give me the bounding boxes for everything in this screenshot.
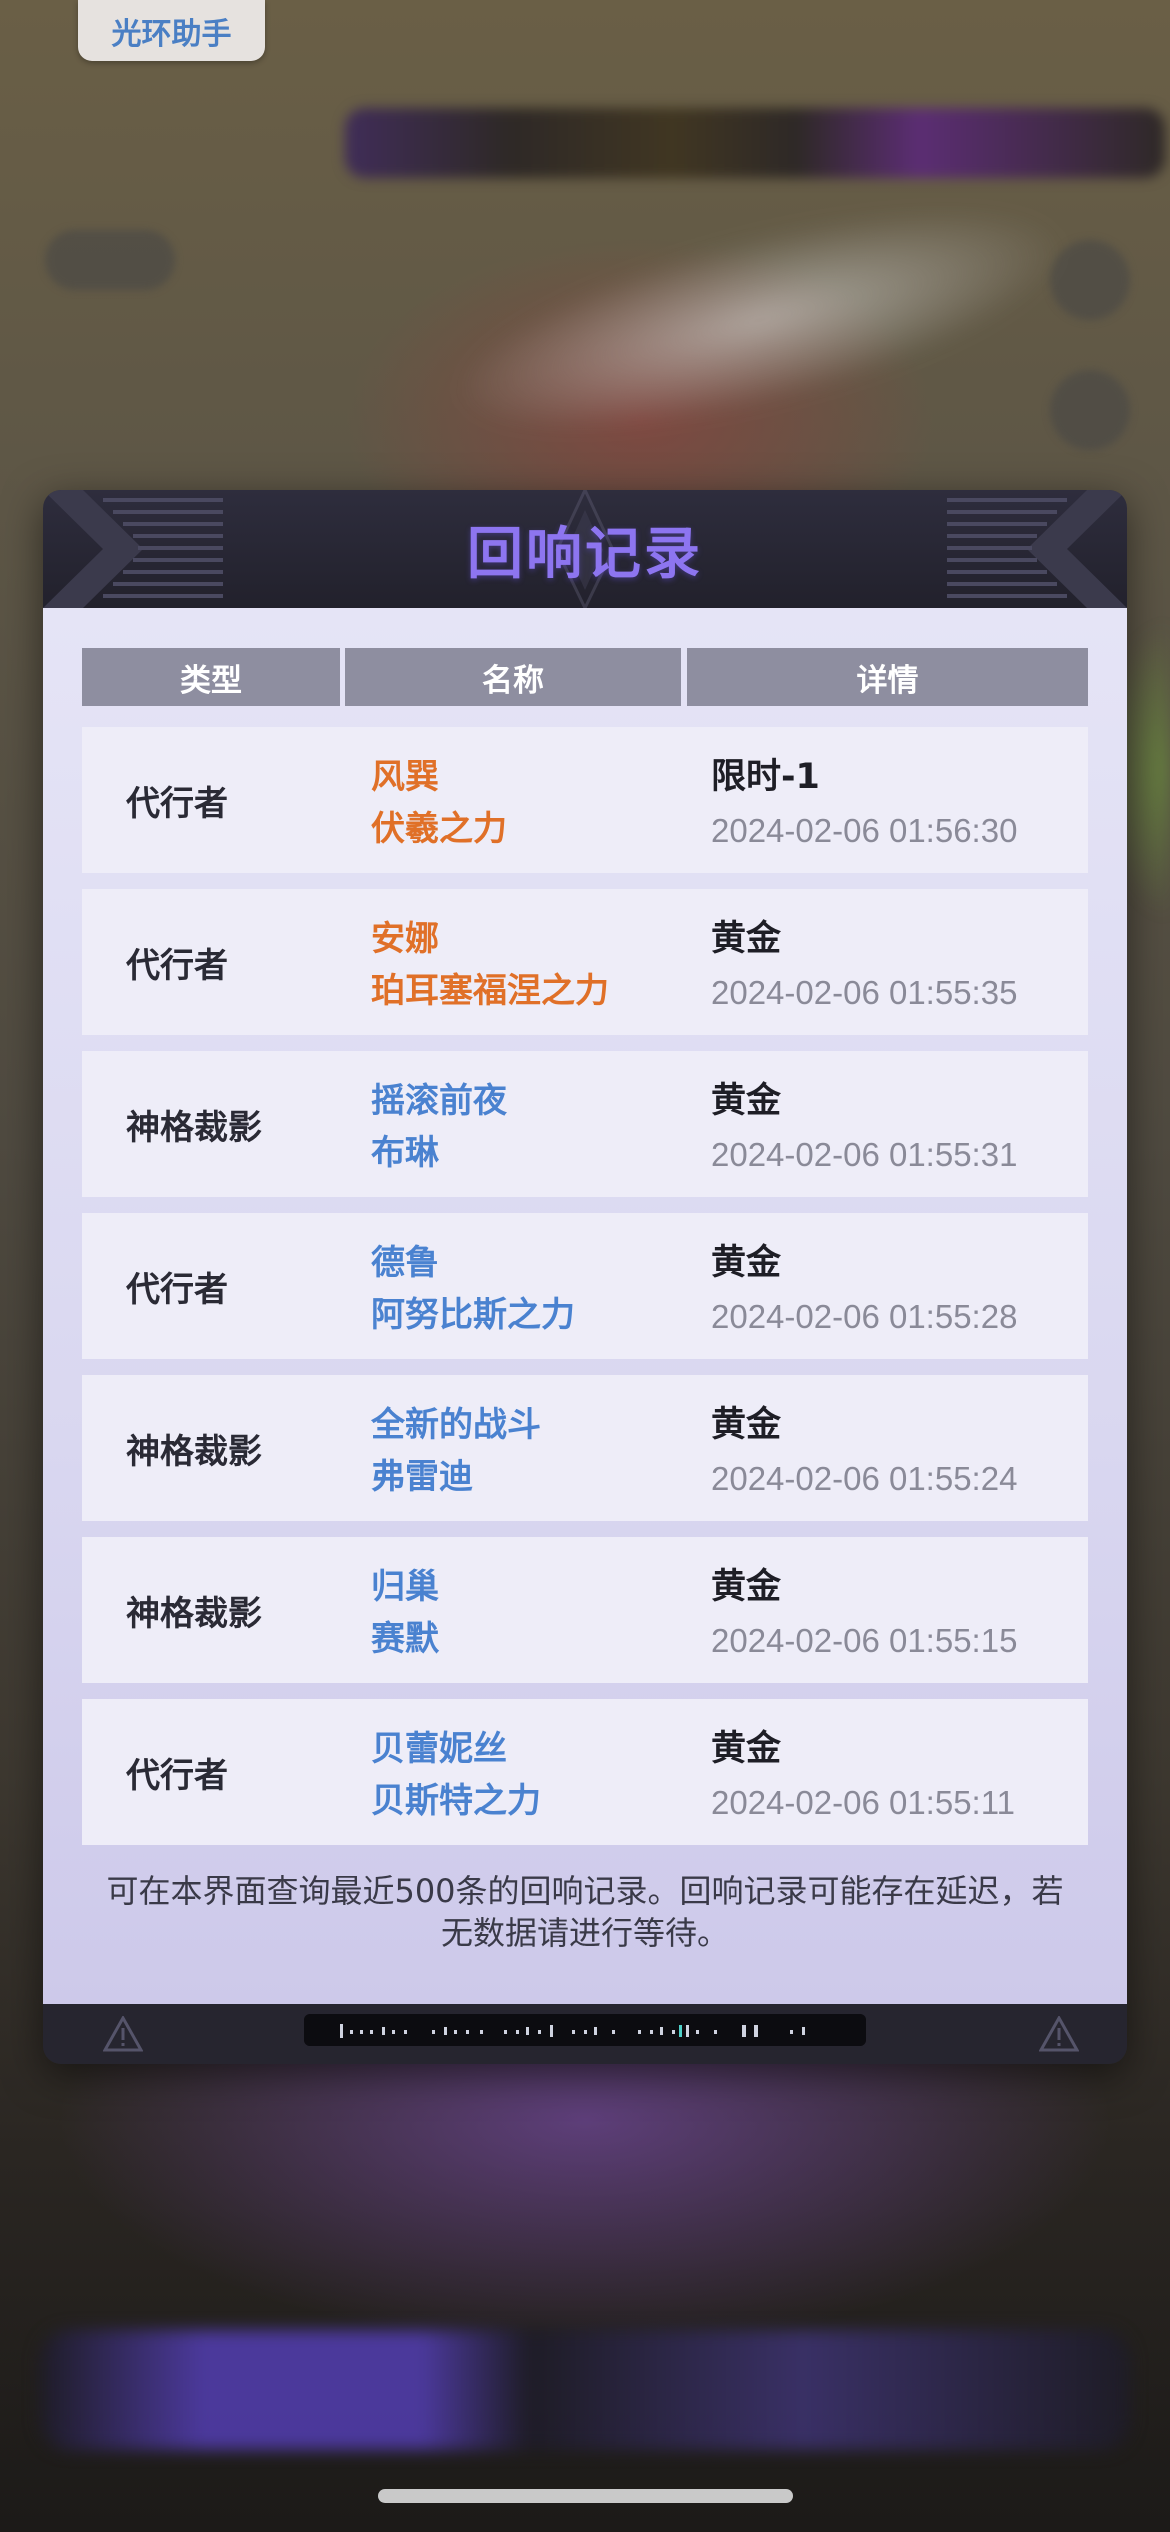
dialog-body: 类型 名称 详情 代行者 风巽 伏羲之力 限时-1 2024-02-06 01:… — [43, 608, 1127, 2004]
column-header-type: 类型 — [82, 648, 340, 706]
record-name: 安娜 珀耳塞福涅之力 — [371, 913, 609, 1017]
record-footnote: 可在本界面查询最近500条的回响记录。回响记录可能存在延迟，若无数据请进行等待。 — [106, 1872, 1064, 1952]
record-name-line1: 归巢 — [371, 1567, 439, 1607]
record-name-line1: 风巽 — [371, 757, 439, 797]
background-scene — [408, 150, 1112, 490]
background-button — [1050, 240, 1130, 320]
record-time: 2024-02-06 01:56:30 — [711, 812, 1018, 849]
record-name: 摇滚前夜 布琳 — [371, 1075, 507, 1179]
assistant-badge[interactable]: 光环助手 — [78, 0, 265, 61]
record-name: 风巽 伏羲之力 — [371, 751, 507, 855]
warning-icon — [1039, 2016, 1079, 2052]
record-name: 德鲁 阿努比斯之力 — [371, 1237, 575, 1341]
dialog-footer — [43, 2004, 1127, 2064]
record-row[interactable]: 代行者 风巽 伏羲之力 限时-1 2024-02-06 01:56:30 — [82, 727, 1088, 873]
barcode-icon — [304, 2014, 866, 2046]
record-type: 神格裁影 — [126, 1593, 262, 1634]
record-time: 2024-02-06 01:55:15 — [711, 1622, 1018, 1659]
record-time: 2024-02-06 01:55:35 — [711, 974, 1018, 1011]
column-header-detail: 详情 — [687, 648, 1088, 706]
record-name-line1: 德鲁 — [371, 1243, 439, 1283]
record-row[interactable]: 代行者 德鲁 阿努比斯之力 黄金 2024-02-06 01:55:28 — [82, 1213, 1088, 1359]
dialog-title: 回响记录 — [467, 521, 703, 587]
echo-record-dialog: 回响记录 类型 名称 详情 代行者 风巽 伏羲之力 限时-1 2024-02-0… — [43, 490, 1127, 2064]
record-name-line2: 珀耳塞福涅之力 — [371, 971, 609, 1011]
record-time: 2024-02-06 01:55:24 — [711, 1460, 1018, 1497]
record-time: 2024-02-06 01:55:11 — [711, 1784, 1015, 1821]
record-name-line1: 贝蕾妮丝 — [371, 1729, 507, 1769]
record-name: 归巢 赛默 — [371, 1561, 439, 1665]
record-type: 神格裁影 — [126, 1107, 262, 1148]
record-name-line1: 安娜 — [371, 919, 439, 959]
record-detail: 黄金 — [711, 1567, 782, 1607]
record-time: 2024-02-06 01:55:28 — [711, 1298, 1018, 1335]
dialog-header: 回响记录 — [43, 490, 1127, 608]
record-type: 代行者 — [126, 1269, 228, 1310]
column-header-name: 名称 — [345, 648, 681, 706]
record-detail: 黄金 — [711, 1243, 782, 1283]
header-chevron-decoration — [43, 490, 223, 608]
record-type: 代行者 — [126, 945, 228, 986]
record-name: 全新的战斗 弗雷迪 — [371, 1399, 541, 1503]
record-name-line2: 布琳 — [371, 1133, 439, 1173]
record-row[interactable]: 神格裁影 全新的战斗 弗雷迪 黄金 2024-02-06 01:55:24 — [82, 1375, 1088, 1521]
record-detail: 限时-1 — [711, 757, 820, 797]
record-type: 代行者 — [126, 783, 228, 824]
record-row[interactable]: 神格裁影 摇滚前夜 布琳 黄金 2024-02-06 01:55:31 — [82, 1051, 1088, 1197]
record-detail: 黄金 — [711, 919, 782, 959]
background-button — [45, 230, 175, 290]
record-name-line1: 摇滚前夜 — [371, 1081, 507, 1121]
record-name-line2: 弗雷迪 — [371, 1457, 473, 1497]
record-row[interactable]: 代行者 安娜 珀耳塞福涅之力 黄金 2024-02-06 01:55:35 — [82, 889, 1088, 1035]
background-button — [1050, 370, 1130, 450]
warning-icon — [103, 2016, 143, 2052]
background-bottom-bar — [40, 2330, 1130, 2450]
record-row[interactable]: 神格裁影 归巢 赛默 黄金 2024-02-06 01:55:15 — [82, 1537, 1088, 1683]
home-indicator[interactable] — [378, 2489, 793, 2503]
record-detail: 黄金 — [711, 1405, 782, 1445]
record-type: 神格裁影 — [126, 1431, 262, 1472]
table-header: 类型 名称 详情 — [82, 648, 1088, 706]
header-chevron-decoration — [947, 490, 1127, 608]
record-name-line1: 全新的战斗 — [371, 1405, 541, 1445]
record-name-line2: 赛默 — [371, 1619, 439, 1659]
record-detail: 黄金 — [711, 1729, 782, 1769]
record-type: 代行者 — [126, 1755, 228, 1796]
record-detail: 黄金 — [711, 1081, 782, 1121]
record-name: 贝蕾妮丝 贝斯特之力 — [371, 1723, 541, 1827]
record-row[interactable]: 代行者 贝蕾妮丝 贝斯特之力 黄金 2024-02-06 01:55:11 — [82, 1699, 1088, 1845]
record-name-line2: 贝斯特之力 — [371, 1781, 541, 1821]
record-name-line2: 阿努比斯之力 — [371, 1295, 575, 1335]
record-time: 2024-02-06 01:55:31 — [711, 1136, 1018, 1173]
record-name-line2: 伏羲之力 — [371, 809, 507, 849]
